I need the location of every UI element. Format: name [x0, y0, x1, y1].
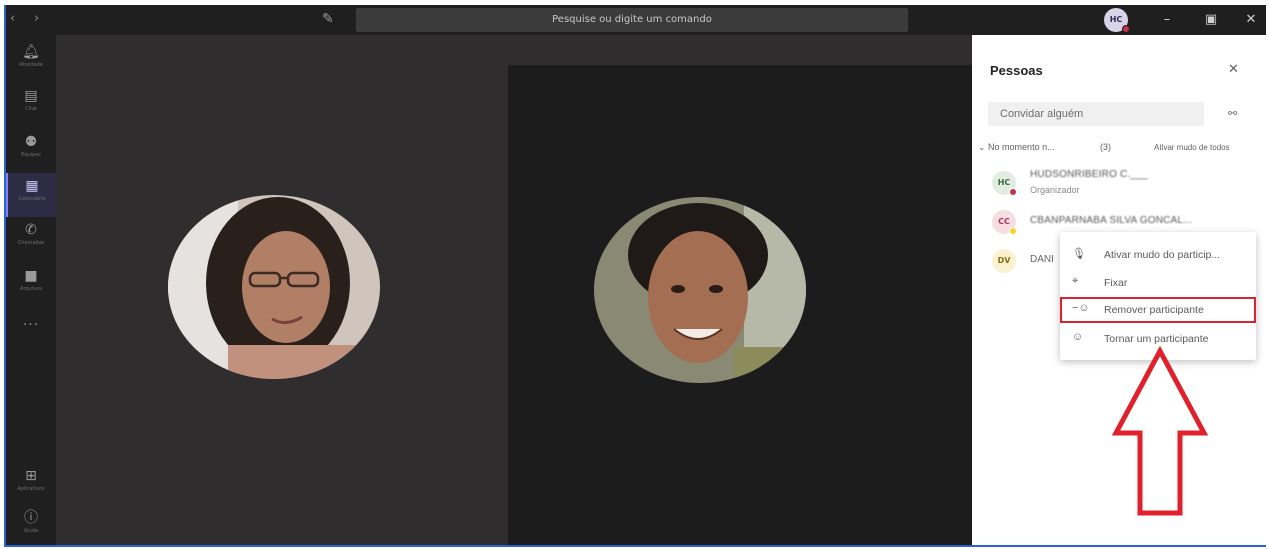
avatar: DV: [992, 249, 1016, 273]
annotation-arrow-icon: [1111, 345, 1209, 516]
menu-item-label: Remover participante: [1104, 304, 1204, 316]
rail-item-label: Aplicativos: [17, 486, 45, 492]
teams-icon: ⚉: [24, 134, 38, 150]
search-input[interactable]: Pesquise ou digite um comando: [356, 8, 908, 32]
avatar: HC: [992, 171, 1017, 196]
bell-icon: 🔔︎: [22, 44, 40, 60]
compose-icon[interactable]: ✎: [322, 11, 340, 27]
chevron-right-icon[interactable]: ›: [34, 11, 39, 27]
participant-video-1: [168, 195, 380, 379]
chat-icon: ▤: [24, 88, 38, 104]
rail-item-teams[interactable]: ⚉ Equipes: [6, 129, 56, 173]
title-bar: ‹ › ✎ Pesquise ou digite um comando HC –…: [6, 5, 1266, 35]
participant-video-2: [594, 197, 806, 383]
presence-dot: [1122, 25, 1130, 33]
pin-menu-item[interactable]: ⌖ Fixar: [1060, 270, 1256, 296]
rail-item-calls[interactable]: ✆ Chamadas: [6, 217, 56, 261]
rail-item-activity[interactable]: 🔔︎ Atividade: [6, 39, 56, 83]
panel-title: Pessoas: [990, 63, 1043, 78]
restore-icon[interactable]: ▣: [1200, 9, 1222, 31]
menu-item-label: Fixar: [1104, 277, 1128, 289]
rail-item-calendar[interactable]: ▦ Calendário: [6, 173, 56, 217]
rail-item-chat[interactable]: ▤ Chat: [6, 83, 56, 127]
video-tile-2[interactable]: [508, 35, 972, 545]
more-apps-icon[interactable]: ···: [6, 317, 56, 333]
video-tile-1[interactable]: [56, 35, 508, 545]
rail-item-help[interactable]: ⓘ Ajuda: [6, 505, 56, 549]
rail-item-label: Chat: [25, 106, 37, 112]
section-count: (3): [1100, 142, 1111, 152]
rail-item-label: Equipes: [21, 152, 41, 158]
rail-item-label: Calendário: [18, 196, 46, 202]
avatar: CC: [992, 210, 1017, 235]
rail-item-label: Chamadas: [17, 240, 45, 246]
participant-role: Organizador: [1030, 185, 1080, 195]
mute-all-link[interactable]: Ativar mudo de todos: [1154, 143, 1230, 152]
mute-participant-menu-item[interactable]: 🎙︎ Ativar mudo do particip...: [1060, 242, 1256, 268]
menu-item-label: Ativar mudo do particip...: [1104, 249, 1221, 261]
avatar-initials: HC: [997, 178, 1011, 187]
avatar-initials: CC: [998, 217, 1010, 226]
help-icon: ⓘ: [24, 510, 38, 526]
rail-item-label: Arquivos: [20, 286, 42, 292]
avatar-initials: HC: [1109, 15, 1123, 24]
calendar-icon: ▦: [25, 178, 39, 194]
participant-name[interactable]: CBANPARNABA SILVA GONCAL...: [1030, 215, 1192, 226]
phone-icon: ✆: [25, 222, 37, 238]
menu-item-label: Tornar um participante: [1104, 333, 1209, 345]
share-link-icon[interactable]: ⚯: [1228, 107, 1237, 120]
teams-window: ‹ › ✎ Pesquise ou digite um comando HC –…: [0, 0, 1269, 549]
participant-name[interactable]: HUDSONRIBEIRO C.___: [1030, 169, 1148, 180]
mic-icon: 🎙︎: [1072, 248, 1086, 260]
section-label: No momento n...: [988, 142, 1055, 152]
person-icon: ☺: [1072, 331, 1084, 343]
close-window-icon[interactable]: ✕: [1240, 9, 1262, 31]
participant-name[interactable]: DANI: [1030, 254, 1054, 265]
chevron-down-icon: ⌄: [978, 142, 989, 152]
window-border: [6, 545, 1266, 547]
close-icon[interactable]: ✕: [1228, 62, 1239, 77]
section-header[interactable]: ⌄ No momento n...: [978, 142, 1055, 153]
app-rail: 🔔︎ Atividade ▤ Chat ⚉ Equipes ▦ Calendár…: [6, 35, 56, 545]
apps-icon: ⊞: [25, 468, 37, 484]
chevron-left-icon[interactable]: ‹: [10, 11, 15, 27]
presence-dot: [1009, 188, 1017, 196]
rail-item-apps[interactable]: ⊞ Aplicativos: [6, 463, 56, 507]
minimize-icon[interactable]: –: [1156, 9, 1178, 31]
rail-item-label: Atividade: [19, 62, 43, 68]
rail-item-label: Ajuda: [23, 528, 39, 534]
remove-person-icon: −☺: [1072, 302, 1090, 314]
participant-context-menu: 🎙︎ Ativar mudo do particip... ⌖ Fixar −☺…: [1060, 232, 1256, 360]
files-icon: ■: [24, 268, 38, 284]
remove-participant-menu-item[interactable]: −☺ Remover participante: [1060, 297, 1256, 323]
avatar[interactable]: HC: [1104, 8, 1130, 33]
avatar-initials: DV: [997, 256, 1011, 265]
rail-item-files[interactable]: ■ Arquivos: [6, 263, 56, 307]
pin-icon: ⌖: [1072, 275, 1079, 287]
presence-dot: [1009, 227, 1017, 235]
invite-input[interactable]: Convidar alguém: [988, 102, 1204, 126]
